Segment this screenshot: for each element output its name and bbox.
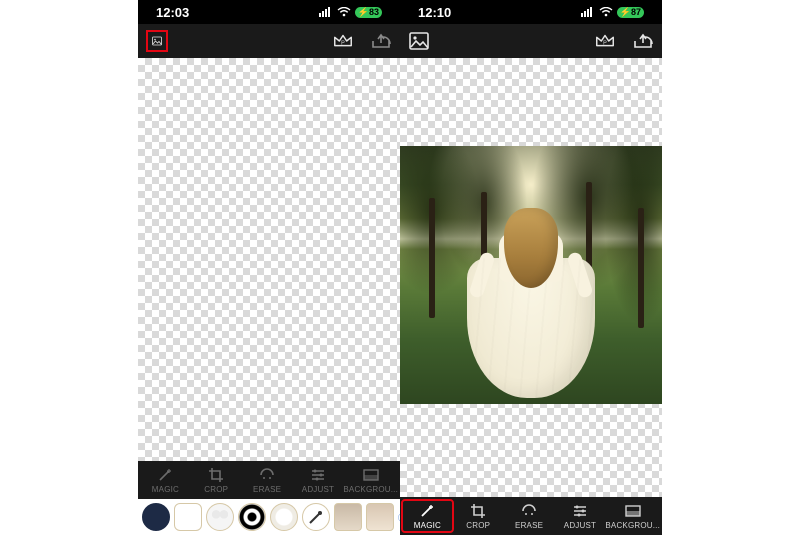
ad-strip: ⓘ AD ✕ S [138,499,400,535]
tool-label: ADJUST [564,521,596,530]
crop-icon [207,466,225,484]
screenshot-right: 12:10 ⚡87 P [400,0,662,535]
status-bar: 12:03 ⚡83 [138,0,400,24]
status-right: ⚡83 [319,5,382,20]
screenshot-left: 12:03 ⚡83 P [138,0,400,535]
tool-label: ADJUST [302,485,334,494]
tool-label: MAGIC [152,485,179,494]
tool-magic[interactable]: MAGIC [140,464,191,496]
tool-label: ERASE [253,485,281,494]
ad-item[interactable] [334,503,362,531]
premium-crown-button[interactable]: P [332,30,354,52]
wand-icon [418,502,436,520]
background-icon [624,502,642,520]
crop-icon [469,502,487,520]
ad-item[interactable] [270,503,298,531]
battery-badge: ⚡83 [355,7,382,18]
tool-label: ERASE [515,521,543,530]
editor-canvas[interactable] [400,58,662,497]
status-right: ⚡87 [581,5,644,20]
tool-background[interactable]: BACKGROU... [605,500,660,532]
tool-erase[interactable]: ERASE [504,500,555,532]
tool-magic[interactable]: MAGIC [402,500,453,532]
adjust-icon [571,502,589,520]
premium-crown-button[interactable]: P [594,30,616,52]
wifi-icon [599,5,613,20]
editor-canvas[interactable] [138,58,400,461]
svg-text:P: P [603,41,607,47]
share-button[interactable] [632,30,654,52]
status-bar: 12:10 ⚡87 [400,0,662,24]
tool-crop[interactable]: CROP [453,500,504,532]
ad-item[interactable] [302,503,330,531]
tool-label: CROP [466,521,490,530]
battery-badge: ⚡87 [617,7,644,18]
wand-icon [156,466,174,484]
svg-text:P: P [341,41,345,47]
tool-label: MAGIC [414,521,441,530]
erase-icon [258,466,276,484]
status-time: 12:10 [418,5,451,20]
top-toolbar: P [138,24,400,58]
tool-bar: MAGIC CROP ERASE ADJUST BACKGROU... [400,497,662,535]
tool-label: BACKGROU... [605,521,660,530]
transparent-background [138,58,400,461]
insert-image-button[interactable] [146,30,168,52]
signal-icon [319,5,333,20]
tool-adjust[interactable]: ADJUST [555,500,606,532]
share-button[interactable] [370,30,392,52]
tool-bar: MAGIC CROP ERASE ADJUST BACKGROU... [138,461,400,499]
ad-item[interactable] [238,503,266,531]
tool-label: BACKGROU... [343,485,398,494]
adjust-icon [309,466,327,484]
insert-image-button[interactable] [408,30,430,52]
wifi-icon [337,5,351,20]
tool-erase[interactable]: ERASE [242,464,293,496]
ad-item[interactable] [174,503,202,531]
tool-crop[interactable]: CROP [191,464,242,496]
tool-label: CROP [204,485,228,494]
placed-image[interactable] [400,146,662,404]
background-icon [362,466,380,484]
status-time: 12:03 [156,5,189,20]
ad-item[interactable] [206,503,234,531]
tool-background[interactable]: BACKGROU... [343,464,398,496]
signal-icon [581,5,595,20]
ad-item[interactable] [366,503,394,531]
tool-adjust[interactable]: ADJUST [293,464,344,496]
erase-icon [520,502,538,520]
ad-item[interactable] [142,503,170,531]
top-toolbar: P [400,24,662,58]
image-subject-person [467,208,595,398]
